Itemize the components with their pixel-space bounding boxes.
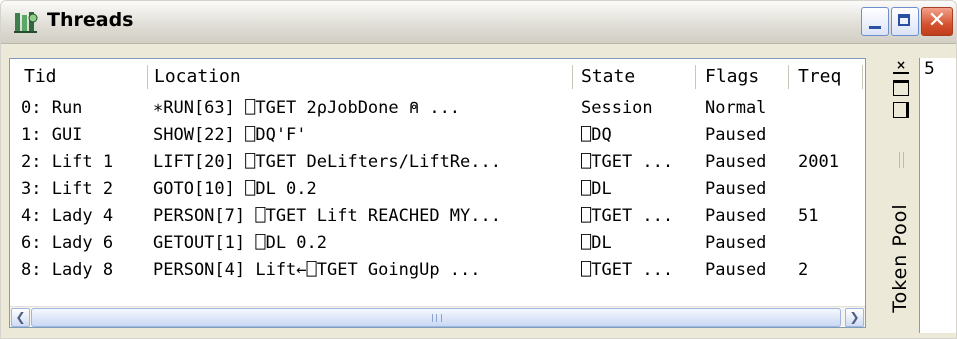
cell-tid: 4: Lady 4	[21, 206, 114, 226]
cell-treq	[798, 176, 863, 203]
close-icon: ×	[895, 58, 907, 72]
threads-app-icon	[14, 12, 38, 33]
cell-state: ⎕DQ	[581, 125, 612, 145]
column-header-location[interactable]: Location	[148, 59, 572, 95]
table-row[interactable]: 0: Run ∗RUN[63] ⎕TGET 2⍴JobDone ⍝ ... Se…	[10, 95, 865, 122]
cell-flags: Normal	[705, 98, 767, 118]
cell-treq	[798, 122, 863, 149]
cell-state: ⎕DL	[581, 179, 612, 199]
cell-location: SHOW[22] ⎕DQ'F'	[153, 125, 307, 145]
table-row[interactable]: 4: Lady 4 PERSON[7] ⎕TGET Lift REACHED M…	[10, 203, 865, 230]
cell-flags: Paused	[705, 152, 767, 172]
column-header-row: Tid Location State Flags Treq	[10, 59, 865, 95]
cell-treq	[798, 95, 863, 122]
cell-flags: Paused	[705, 233, 767, 253]
column-header-flags[interactable]: Flags	[696, 59, 788, 95]
panel-close-button[interactable]: ×	[893, 58, 909, 74]
horizontal-scrollbar[interactable]: ❮ ❯	[10, 306, 865, 327]
cell-tid: 0: Run	[21, 98, 83, 118]
token-pool-list[interactable]: 5	[919, 58, 956, 333]
column-header-state[interactable]: State	[573, 59, 695, 95]
cell-location: GOTO[10] ⎕DL 0.2	[153, 179, 317, 199]
grip-icon	[432, 314, 442, 322]
cell-tid: 3: Lift 2	[21, 179, 114, 199]
cell-flags: Paused	[705, 206, 767, 226]
scrollbar-thumb[interactable]	[31, 308, 841, 327]
cell-flags: Paused	[705, 179, 767, 199]
cell-state: ⎕TGET ...	[581, 152, 674, 172]
cell-flags: Paused	[705, 125, 767, 145]
cell-state: ⎕DL	[581, 233, 612, 253]
window-title: Threads	[47, 9, 134, 31]
table-row[interactable]: 3: Lift 2 GOTO[10] ⎕DL 0.2 ⎕DL Paused	[10, 176, 865, 203]
maximize-button[interactable]	[891, 7, 919, 36]
panel-dock-button[interactable]	[893, 102, 909, 118]
cell-state: Session	[581, 98, 653, 118]
cell-tid: 1: GUI	[21, 125, 83, 145]
cell-state: ⎕TGET ...	[581, 206, 674, 226]
table-row[interactable]: 1: GUI SHOW[22] ⎕DQ'F' ⎕DQ Paused	[10, 122, 865, 149]
table-row[interactable]: 2: Lift 1 LIFT[20] ⎕TGET DeLifters/LiftR…	[10, 149, 865, 176]
cell-tid: 8: Lady 8	[21, 260, 114, 280]
cell-location: LIFT[20] ⎕TGET DeLifters/LiftRe...	[153, 152, 501, 172]
cell-location: ∗RUN[63] ⎕TGET 2⍴JobDone ⍝ ...	[153, 98, 461, 118]
table-body: 0: Run ∗RUN[63] ⎕TGET 2⍴JobDone ⍝ ... Se…	[10, 95, 865, 284]
minimize-icon	[869, 26, 881, 29]
scroll-left-button[interactable]: ❮	[11, 308, 30, 327]
token-pool-title: Token Pool	[889, 203, 911, 313]
cell-treq: 2	[798, 260, 809, 280]
threads-list[interactable]: Tid Location State Flags Treq 0: Run ∗RU…	[9, 58, 866, 328]
close-button[interactable]: ✕	[921, 7, 953, 36]
cell-flags: Paused	[705, 260, 767, 280]
panel-float-button[interactable]	[893, 80, 909, 96]
threads-window: Threads ✕ Tid Location State Flags Treq …	[0, 0, 957, 339]
table-row[interactable]: 8: Lady 8 PERSON[4] Lift←⎕TGET GoingUp .…	[10, 257, 865, 284]
column-divider[interactable]	[862, 65, 863, 89]
cell-tid: 6: Lady 6	[21, 233, 114, 253]
chevron-left-icon: ❮	[15, 310, 26, 324]
token-pool-label: Token Pool	[881, 188, 919, 328]
token-pool-value: 5	[924, 59, 935, 79]
cell-location: PERSON[7] ⎕TGET Lift REACHED MY...	[153, 206, 501, 226]
table-row[interactable]: 6: Lady 6 GETOUT[1] ⎕DL 0.2 ⎕DL Paused	[10, 230, 865, 257]
panel-drag-handle[interactable]	[899, 152, 904, 168]
cell-location: PERSON[4] Lift←⎕TGET GoingUp ...	[153, 260, 481, 280]
token-pool-panel: × Token Pool	[881, 58, 919, 330]
scroll-right-button[interactable]: ❯	[845, 308, 864, 327]
cell-treq: 2001	[798, 152, 839, 172]
column-header-tid[interactable]: Tid	[10, 59, 147, 95]
cell-tid: 2: Lift 1	[21, 152, 114, 172]
minimize-button[interactable]	[861, 7, 889, 36]
column-header-treq[interactable]: Treq	[789, 59, 865, 95]
cell-location: GETOUT[1] ⎕DL 0.2	[153, 233, 327, 253]
maximize-icon	[898, 14, 910, 26]
title-bar[interactable]: Threads ✕	[1, 1, 956, 44]
cell-treq	[798, 230, 863, 257]
cell-treq: 51	[798, 206, 819, 226]
cell-state: ⎕TGET ...	[581, 260, 674, 280]
chevron-right-icon: ❯	[849, 310, 860, 324]
close-icon: ✕	[927, 8, 947, 33]
